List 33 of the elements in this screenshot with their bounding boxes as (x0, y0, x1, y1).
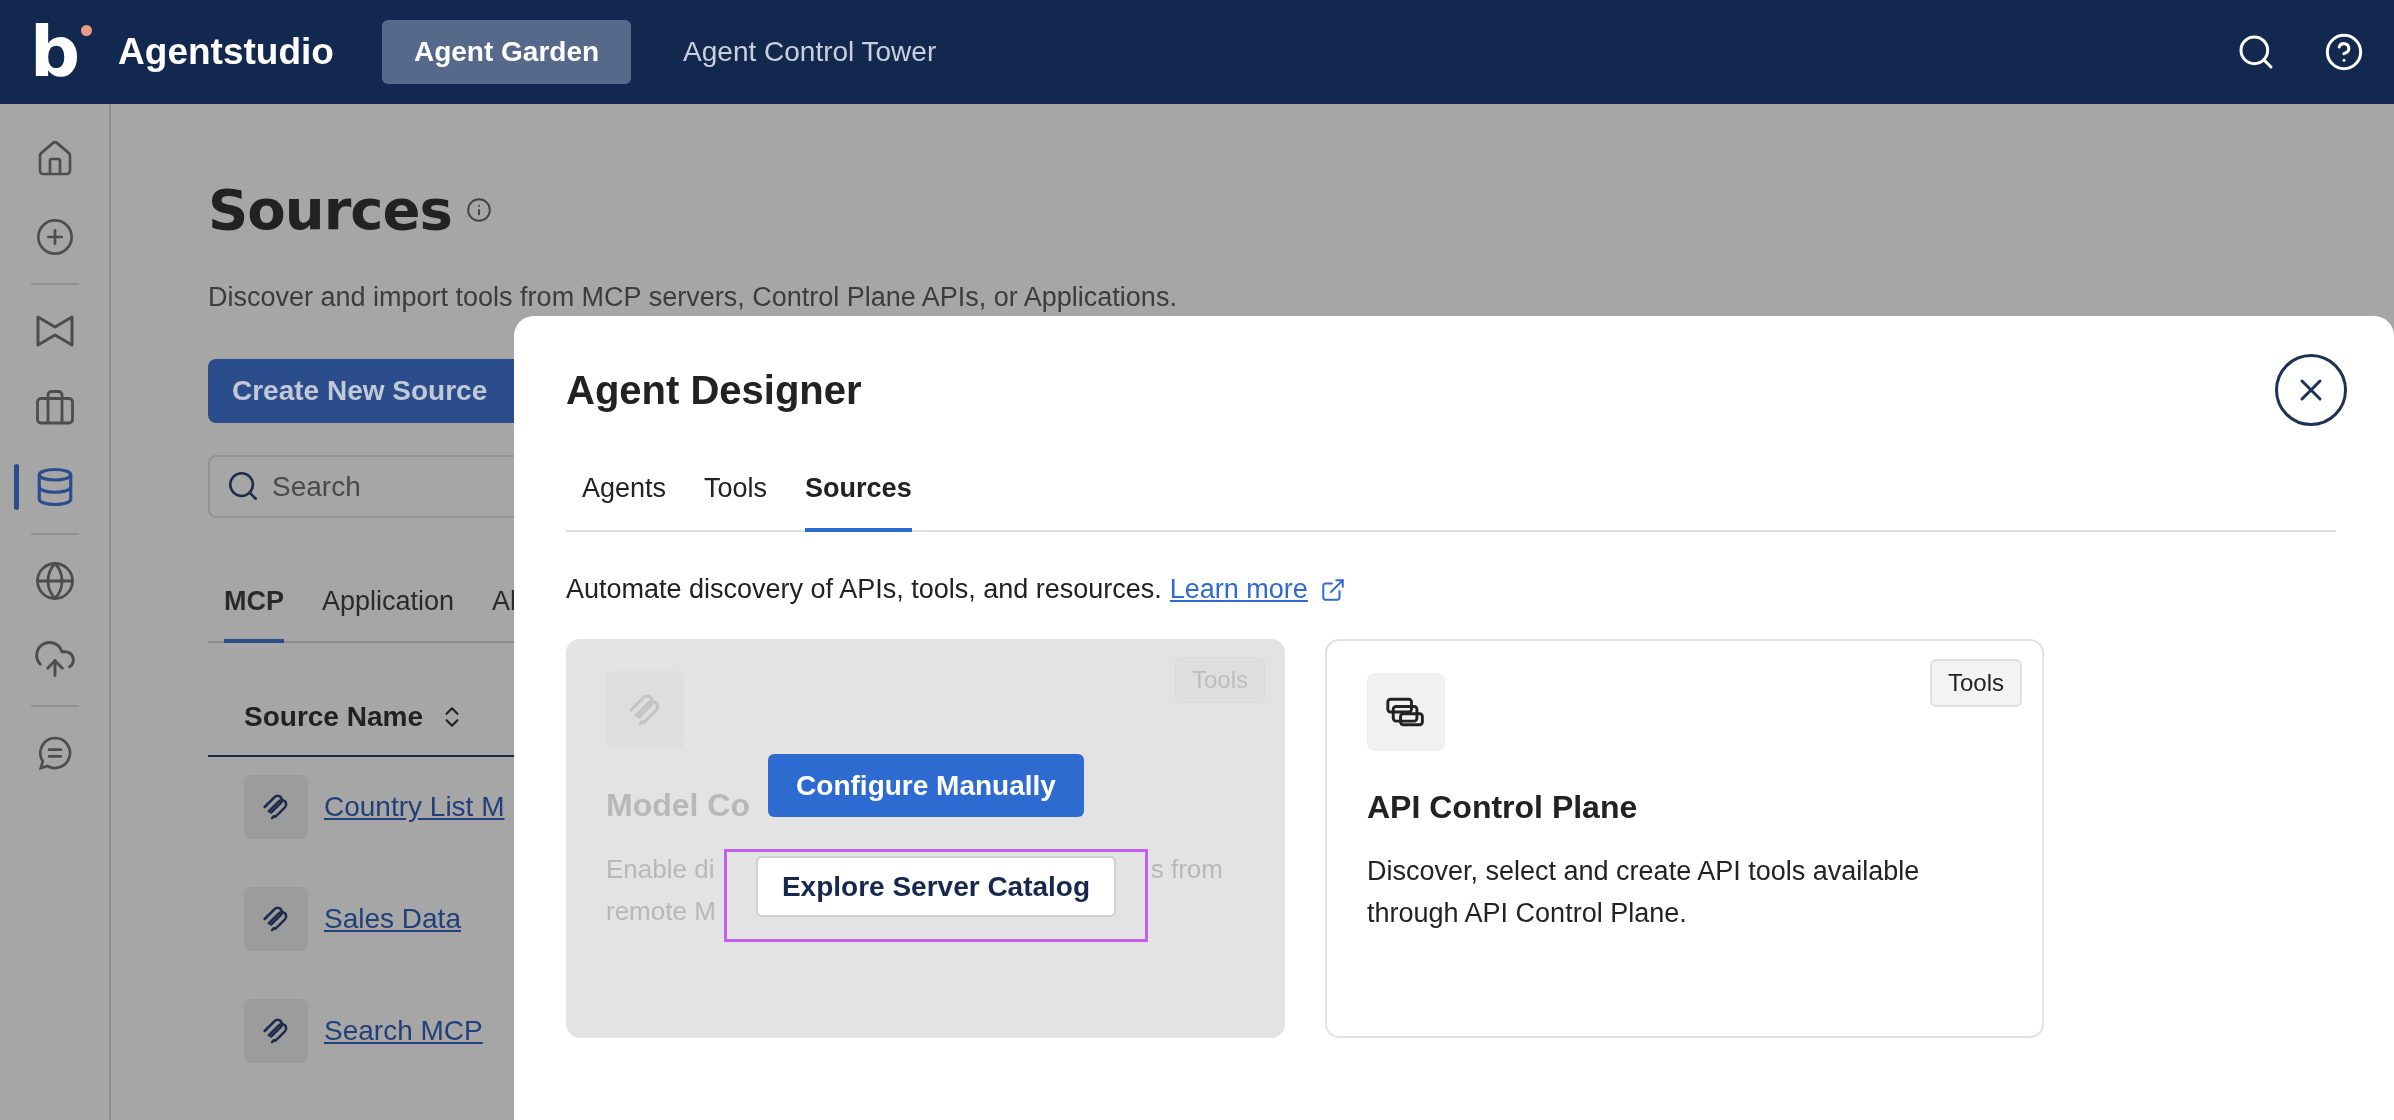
dialog-tab[interactable]: Tools (704, 473, 768, 532)
page-title: Sources (208, 177, 452, 242)
nav-tab[interactable]: Agent Control Tower (651, 20, 969, 84)
create-source-button[interactable]: Create New Source (208, 359, 514, 423)
page-description: Discover and import tools from MCP servers, Control Plane APIs, or Applications. (208, 282, 1178, 313)
source-tab[interactable]: Application (322, 586, 455, 643)
dialog-description: Automate discovery of APIs, tools, and resources. (566, 574, 1162, 605)
external-link-icon (1319, 576, 1346, 603)
source-tab[interactable]: Al (492, 586, 517, 643)
card-title: API Control Plane (1367, 789, 1638, 826)
nav-tab[interactable]: Agent Garden (381, 20, 632, 84)
brand-logo: b (30, 17, 93, 87)
tools-tag: Tools (1929, 659, 2022, 707)
source-tab[interactable]: MCP (224, 586, 284, 643)
info-icon (465, 196, 492, 223)
dialog-tab[interactable]: Agents (582, 473, 667, 532)
dialog-tab[interactable]: Sources (805, 473, 912, 532)
search-field[interactable]: Search (208, 455, 514, 518)
brand-name: Agentstudio (118, 31, 334, 73)
globe-icon (33, 560, 76, 602)
source-link[interactable]: Search MCP (324, 1015, 483, 1047)
dialog-title: Agent Designer (566, 367, 862, 413)
configure-button[interactable]: Configure Manually (768, 754, 1084, 817)
card-description: Discover, select and create API tools available through API Control Plane. (1367, 855, 1921, 930)
learn-more-link[interactable]: Learn more (1169, 574, 1346, 605)
source-link[interactable]: Sales Data (324, 903, 461, 935)
help-button[interactable] (2324, 32, 2364, 72)
source-link[interactable]: Country List M (324, 791, 505, 823)
bowtie-icon (34, 313, 75, 349)
add-icon (34, 217, 75, 257)
catalog-button[interactable]: Explore Server Catalog (756, 856, 1116, 917)
source-card[interactable]: Tools API Control Plane Discover, select and create API tools available through API Control Plane. (1325, 639, 2044, 1038)
search-icon (226, 469, 260, 503)
